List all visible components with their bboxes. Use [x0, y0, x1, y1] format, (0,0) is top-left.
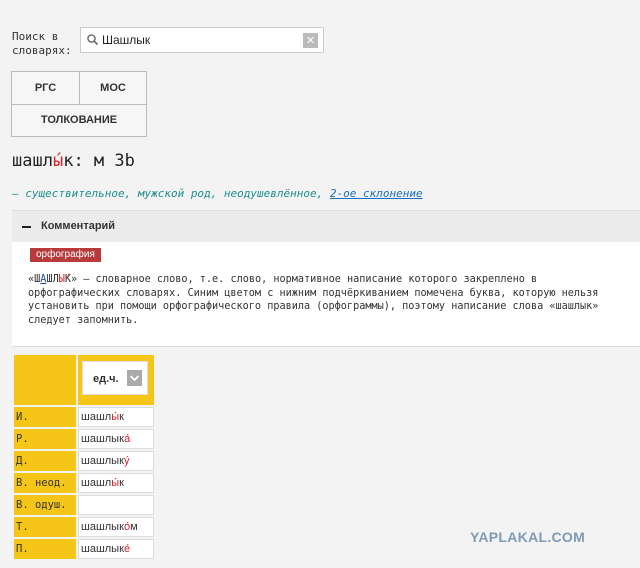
table-row: Т. шашлыко́м [14, 517, 154, 537]
tab-tolkovanie[interactable]: ТОЛКОВАНИЕ [12, 105, 146, 136]
form-base: шашл [81, 411, 112, 423]
form-cell: шашлыко́м [78, 517, 154, 537]
search-label-line2: словарях: [12, 44, 72, 57]
comment-explanation: » — словарное слово, т.е. слово, нормати… [28, 274, 599, 326]
form-cell: шашлыку́ [78, 451, 154, 471]
number-select[interactable]: ед.ч. [82, 361, 148, 395]
table-row: П. шашлыке́ [14, 539, 154, 559]
form-stress: ы́ [111, 477, 120, 489]
table-row: В. неод. шашлы́к [14, 473, 154, 493]
site-watermark: YAPLAKAL.COM [470, 529, 586, 545]
table-row: Д. шашлыку́ [14, 451, 154, 471]
number-header: ед.ч. [78, 355, 154, 405]
headword-grammar-tag: : м 3b [73, 151, 135, 171]
table-row: В. одуш. [14, 495, 154, 515]
dictionary-tabs: РГС МОС ТОЛКОВАНИЕ [11, 71, 147, 137]
case-label: В. неод. [14, 473, 76, 493]
case-label: Т. [14, 517, 76, 537]
comment-title: Комментарий [41, 220, 116, 232]
table-row: Р. шашлыка́ [14, 429, 154, 449]
search-box[interactable]: ✕ [80, 27, 324, 53]
form-base: шашлык [81, 433, 125, 445]
case-label: В. одуш. [14, 495, 76, 515]
grammar-text: существительное, мужской род, неодушевлё… [25, 187, 324, 200]
form-cell: шашлы́к [78, 473, 154, 493]
case-label: Р. [14, 429, 76, 449]
tab-rgs[interactable]: РГС [12, 72, 80, 105]
form-stress: ы́ [111, 411, 120, 423]
search-input[interactable] [102, 32, 292, 48]
comment-body: орфография «ШАШЛЫ́К» — словарное слово, … [12, 242, 640, 347]
clear-search-button[interactable]: ✕ [303, 33, 318, 48]
case-label: Д. [14, 451, 76, 471]
form-cell: шашлыке́ [78, 539, 154, 559]
orthography-badge: орфография [30, 248, 101, 262]
number-select-label: ед.ч. [93, 373, 119, 385]
table-row: И. шашлы́к [14, 407, 154, 427]
form-end: к [119, 411, 124, 423]
form-base: шашлык [81, 521, 125, 533]
chevron-down-icon[interactable] [127, 370, 142, 386]
search-label: Поиск в словарях: [12, 30, 80, 58]
paradigm-table: ед.ч. И. шашлы́к Р. шашлыка́ Д. шашлыку́… [12, 353, 156, 561]
paradigm-header-row: ед.ч. [14, 355, 154, 405]
form-stress: у́ [124, 455, 130, 467]
form-base: шашлык [81, 543, 125, 555]
form-end: к [119, 477, 124, 489]
collapse-icon[interactable] [22, 226, 31, 228]
grammar-description: — существительное, мужской род, неодушев… [12, 187, 423, 200]
form-cell [78, 495, 154, 515]
form-base: шашлык [81, 455, 125, 467]
paradigm-corner [14, 355, 76, 405]
form-end: м [130, 521, 138, 533]
comment-header[interactable]: Комментарий [12, 210, 640, 243]
headword-ending: к [63, 151, 74, 171]
form-stress: е́ [124, 543, 131, 555]
case-label: И. [14, 407, 76, 427]
headword: шашлы́к: м 3b [12, 151, 135, 171]
search-label-line1: Поиск в [12, 30, 59, 43]
form-cell: шашлы́к [78, 407, 154, 427]
form-base: шашл [81, 477, 112, 489]
search-area: Поиск в словарях: ✕ [12, 27, 324, 58]
form-cell: шашлыка́ [78, 429, 154, 449]
declension-link[interactable]: 2-ое склонение [330, 187, 423, 200]
form-stress: а́ [124, 433, 131, 445]
headword-stressed-vowel: ы́ [52, 151, 64, 171]
comment-text: «ШАШЛЫ́К» — словарное слово, т.е. слово,… [28, 273, 628, 327]
case-label: П. [14, 539, 76, 559]
grammar-dash: — [12, 187, 19, 200]
search-icon [87, 34, 99, 46]
headword-base: шашл [12, 151, 53, 171]
tab-mos[interactable]: МОС [80, 72, 146, 105]
